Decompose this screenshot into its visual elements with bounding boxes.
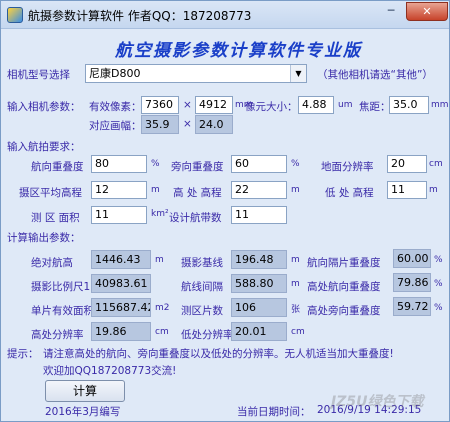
- unit-pct-a: %: [434, 255, 443, 265]
- low-elev-input[interactable]: 11: [387, 181, 427, 199]
- abs-height-output: 1446.43: [91, 250, 151, 269]
- photo-count-label: 测区片数: [181, 305, 223, 317]
- window-title: 航摄参数计算软件 作者QQ：187208773: [28, 9, 252, 23]
- gsd-input[interactable]: 20: [387, 155, 427, 173]
- scale-label: 摄影比例尺1:: [31, 281, 94, 293]
- avg-elev-label: 摄区平均高程: [19, 187, 82, 199]
- unit-um: um: [338, 100, 353, 110]
- current-datetime-label: 当前日期时间：: [237, 406, 311, 418]
- unit-m-1: m: [151, 185, 160, 195]
- photo-area-output: 115687.42: [91, 298, 151, 317]
- pixel-size-input[interactable]: 4.88: [298, 96, 334, 114]
- main-panel: 航空摄影参数计算软件专业版 相机型号选择 尼康D800 ▼ （其他相机请选“其他…: [5, 30, 449, 418]
- unit-cm: cm: [429, 159, 443, 169]
- title-bar: 航摄参数计算软件 作者QQ：187208773 ─ ✕: [1, 1, 449, 29]
- unit-km2: km²: [151, 209, 169, 219]
- tip-line-1: 请注意高处的航向、旁向重叠度以及低处的分辨率。无人机适当加大重叠度!: [43, 348, 394, 360]
- high-heading-label: 高处航向重叠度: [307, 281, 381, 293]
- focal-label: 焦距：: [359, 101, 391, 113]
- heading-overlap-label: 航向重叠度: [31, 161, 84, 173]
- unit-pct-b: %: [434, 279, 443, 289]
- avg-elev-input[interactable]: 12: [91, 181, 147, 199]
- unit-pct-1: %: [151, 159, 160, 169]
- high-elev-label: 高 处 高程: [173, 187, 222, 199]
- frame-label: 对应画幅：: [89, 120, 142, 132]
- focal-input[interactable]: 35.0: [389, 96, 429, 114]
- photo-area-label: 单片有效面积: [31, 305, 94, 317]
- calculate-button[interactable]: 计算: [45, 380, 125, 402]
- unit-m2: m2: [155, 303, 170, 313]
- high-side-label: 高处旁向重叠度: [307, 305, 381, 317]
- camera-model-select[interactable]: 尼康D800 ▼: [85, 64, 307, 83]
- camera-model-value: 尼康D800: [89, 67, 141, 80]
- abs-height-label: 绝对航高: [31, 257, 73, 269]
- spacing-label: 航线间隔: [181, 281, 223, 293]
- unit-zhang: 张: [291, 305, 301, 315]
- close-button[interactable]: ✕: [406, 2, 448, 21]
- app-window: 航摄参数计算软件 作者QQ：187208773 ─ ✕ 航空摄影参数计算软件专业…: [0, 0, 450, 422]
- times-sign: ×: [183, 99, 192, 111]
- chevron-down-icon[interactable]: ▼: [290, 65, 306, 82]
- unit-m-3: m: [429, 185, 438, 195]
- area-label: 测 区 面积: [31, 212, 80, 224]
- high-side-output: 59.72: [393, 297, 431, 316]
- output-section: 计算输出参数：: [7, 232, 81, 244]
- camera-hint: （其他相机请选“其他”）: [317, 69, 433, 81]
- sep-overlap-output: 60.00: [393, 249, 431, 268]
- heading-overlap-input[interactable]: 80: [91, 155, 147, 173]
- baseline-label: 摄影基线: [181, 257, 223, 269]
- strips-input[interactable]: 11: [231, 206, 287, 224]
- gsd-label: 地面分辨率: [321, 161, 374, 173]
- low-elev-label: 低 处 高程: [325, 187, 374, 199]
- high-heading-output: 79.86: [393, 273, 431, 292]
- page-title: 航空摄影参数计算软件专业版: [115, 41, 362, 61]
- tip-label: 提示：: [7, 348, 39, 360]
- side-overlap-label: 旁向重叠度: [171, 161, 224, 173]
- spacing-output: 588.80: [231, 274, 287, 293]
- high-res-output: 19.86: [91, 322, 151, 341]
- camera-params-section: 输入相机参数：: [7, 101, 81, 113]
- high-elev-input[interactable]: 22: [231, 181, 287, 199]
- app-icon: [7, 7, 23, 23]
- unit-mm-focal: mm: [431, 100, 449, 110]
- pixels-width-input[interactable]: 7360: [141, 96, 179, 114]
- times-sign-2: ×: [183, 118, 192, 130]
- unit-cm-a: cm: [155, 327, 169, 337]
- unit-m-2: m: [291, 185, 300, 195]
- minimize-button[interactable]: ─: [379, 2, 403, 21]
- strips-label: 设计航带数: [169, 212, 222, 224]
- frame-width-output: 35.9: [141, 115, 179, 134]
- low-res-output: 20.01: [231, 322, 287, 341]
- side-overlap-input[interactable]: 60: [231, 155, 287, 173]
- pixels-label: 有效像素：: [89, 101, 142, 113]
- pixel-size-label: 像元大小：: [245, 101, 298, 113]
- unit-m-c: m: [291, 279, 300, 289]
- flight-req-section: 输入航拍要求：: [7, 141, 81, 153]
- unit-m-b: m: [291, 255, 300, 265]
- photo-count-output: 106: [231, 298, 287, 317]
- frame-height-output: 24.0: [195, 115, 233, 134]
- low-res-label: 低处分辨率: [181, 329, 234, 341]
- high-res-label: 高处分辨率: [31, 329, 84, 341]
- unit-pct-c: %: [434, 303, 443, 313]
- watermark: JZ5U绿色下载: [331, 394, 424, 410]
- unit-cm-b: cm: [291, 327, 305, 337]
- written-date: 2016年3月编写: [45, 406, 121, 418]
- pixels-height-input[interactable]: 4912: [195, 96, 233, 114]
- unit-m-a: m: [155, 255, 164, 265]
- sep-overlap-label: 航向隔片重叠度: [307, 257, 381, 269]
- baseline-output: 196.48: [231, 250, 287, 269]
- scale-output: 40983.61: [91, 274, 151, 293]
- camera-model-label: 相机型号选择: [7, 69, 70, 81]
- area-input[interactable]: 11: [91, 206, 147, 224]
- unit-pct-2: %: [291, 159, 300, 169]
- tip-line-2: 欢迎加QQ187208773交流!: [43, 365, 177, 377]
